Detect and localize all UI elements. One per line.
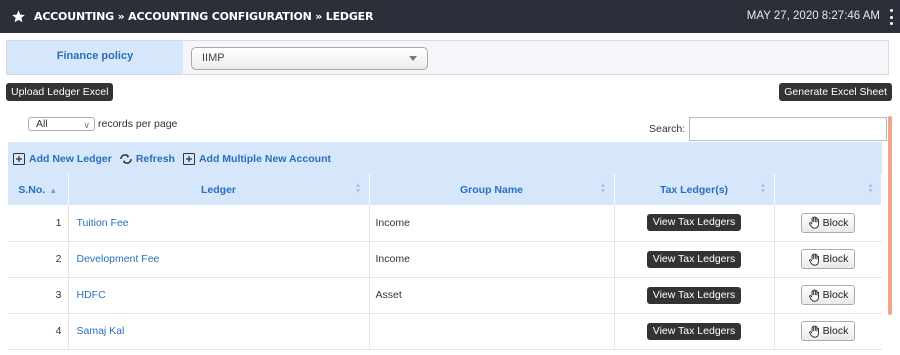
- ledger-toolbar: Add New Ledger Refresh Add Multiple New …: [8, 142, 882, 175]
- block-button[interactable]: Block: [800, 321, 856, 341]
- cell-group-name: [369, 313, 615, 350]
- sort-icon: ▲ ▼: [599, 182, 607, 195]
- add-multiple-account-label: Add Multiple New Account: [198, 152, 331, 165]
- hand-icon: [808, 289, 819, 302]
- add-new-ledger-label: Add New Ledger: [29, 152, 112, 165]
- plus-box-icon: [13, 152, 25, 165]
- ledger-link[interactable]: Tuition Fee: [68, 205, 370, 242]
- table-row: 3 HDFC Asset View Tax Ledgers Block: [8, 277, 882, 314]
- generate-excel-sheet-button[interactable]: Generate Excel Sheet: [779, 83, 892, 101]
- cell-group-name: Asset: [369, 277, 615, 314]
- sort-icon: ▲ ▼: [354, 182, 362, 195]
- sort-icon: ▲ ▼: [759, 182, 767, 195]
- ledger-table: S.No. ▲ Ledger ▲ ▼ Group Name ▲ ▼ Tax Ledger(…: [8, 174, 882, 350]
- refresh-label: Refresh: [135, 152, 175, 165]
- plus-box-icon: [182, 152, 195, 165]
- block-button[interactable]: Block: [800, 285, 856, 305]
- view-tax-ledgers-button[interactable]: View Tax Ledgers: [646, 214, 742, 232]
- view-tax-ledgers-button[interactable]: View Tax Ledgers: [646, 322, 742, 340]
- table-row: 4 Samaj Kal View Tax Ledgers Block: [8, 313, 882, 350]
- records-per-page: All ∨ records per page: [28, 117, 177, 131]
- finance-policy-panel: Finance policy IIMP: [6, 40, 889, 75]
- records-per-page-label: records per page: [98, 118, 178, 130]
- cell-sno: 2: [8, 241, 69, 278]
- ledger-link[interactable]: Samaj Kal: [68, 313, 370, 350]
- refresh-button[interactable]: Refresh: [120, 153, 175, 165]
- cell-group-name: Income: [369, 205, 615, 242]
- search-input[interactable]: [689, 117, 888, 141]
- cell-sno: 3: [8, 277, 69, 314]
- cell-group-name: Income: [369, 241, 615, 278]
- block-button[interactable]: Block: [800, 249, 856, 269]
- cell-sno: 4: [8, 313, 69, 350]
- breadcrumb: ACCOUNTING » ACCOUNTING CONFIGURATION » …: [34, 10, 374, 23]
- ledger-link[interactable]: Development Fee: [68, 241, 370, 278]
- datetime: MAY 27, 2020 8:27:46 AM: [746, 10, 880, 22]
- hand-icon: [808, 216, 819, 229]
- add-multiple-account-button[interactable]: Add Multiple New Account: [182, 152, 331, 165]
- sort-icon: ▲ ▼: [867, 182, 874, 195]
- refresh-icon: [120, 153, 132, 165]
- table-header-row: S.No. ▲ Ledger ▲ ▼ Group Name ▲ ▼ Tax Ledger(…: [8, 174, 882, 205]
- block-button[interactable]: Block: [800, 212, 856, 233]
- chevron-down-icon: ∨: [83, 120, 90, 130]
- view-tax-ledgers-button[interactable]: View Tax Ledgers: [646, 250, 742, 268]
- finance-policy-value: IIMP: [202, 52, 225, 64]
- hand-icon: [808, 325, 819, 338]
- dropdown-arrow-icon: [409, 56, 417, 61]
- sort-asc-icon: ▲: [49, 185, 58, 195]
- table-row: 2 Development Fee Income View Tax Ledger…: [8, 241, 882, 278]
- vertical-scrollbar[interactable]: [888, 116, 892, 315]
- records-per-page-value: All: [36, 118, 48, 130]
- cell-sno: 1: [8, 205, 69, 242]
- column-header-ledger[interactable]: Ledger ▲ ▼: [68, 174, 370, 205]
- search-label: Search:: [649, 123, 686, 135]
- column-header-group-name[interactable]: Group Name ▲ ▼: [369, 174, 615, 205]
- top-bar: ACCOUNTING » ACCOUNTING CONFIGURATION » …: [0, 0, 900, 33]
- records-per-page-select[interactable]: All ∨: [28, 117, 95, 131]
- search-area: Search:: [649, 117, 888, 141]
- kebab-menu-icon[interactable]: [888, 9, 894, 25]
- finance-policy-select[interactable]: IIMP: [191, 47, 428, 70]
- upload-ledger-excel-button[interactable]: Upload Ledger Excel: [6, 83, 114, 101]
- column-header-action[interactable]: ▲ ▼: [774, 174, 882, 205]
- column-header-sno[interactable]: S.No. ▲: [8, 174, 69, 205]
- finance-policy-label: Finance policy: [7, 41, 183, 74]
- ledger-link[interactable]: HDFC: [68, 277, 370, 314]
- add-new-ledger-button[interactable]: Add New Ledger: [13, 152, 112, 165]
- hand-icon: [808, 253, 819, 266]
- table-row: 1 Tuition Fee Income View Tax Ledgers Bl…: [8, 205, 882, 242]
- star-icon[interactable]: [10, 9, 26, 25]
- column-header-tax-ledgers[interactable]: Tax Ledger(s) ▲ ▼: [614, 174, 775, 205]
- view-tax-ledgers-button[interactable]: View Tax Ledgers: [646, 286, 742, 304]
